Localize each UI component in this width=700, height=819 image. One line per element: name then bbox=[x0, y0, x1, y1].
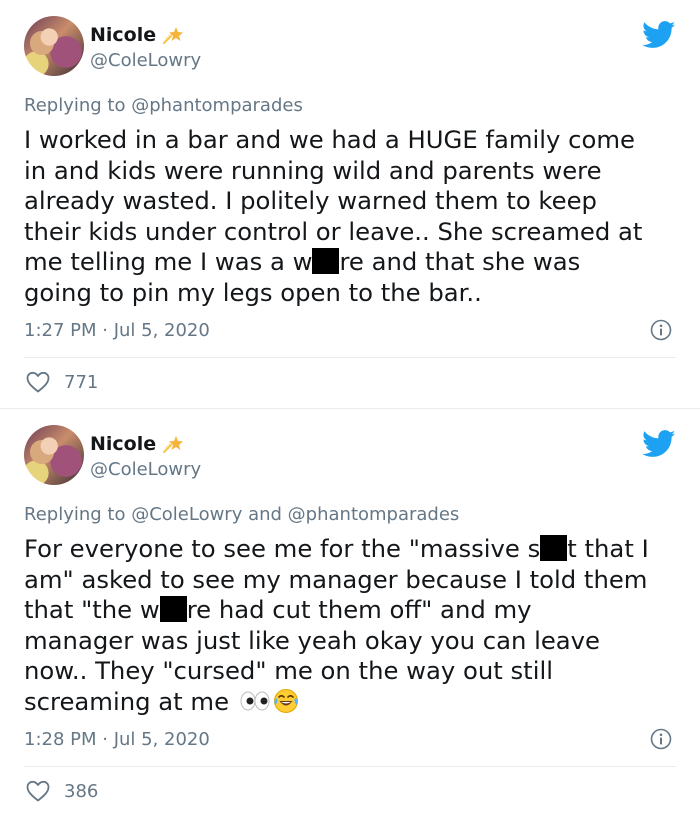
display-name[interactable]: Nicole bbox=[90, 433, 156, 455]
text-line: I worked in a bar and we had a HUGE fami… bbox=[24, 125, 635, 154]
text-line: me telling me I was a w re and that she w… bbox=[24, 247, 680, 278]
redaction-box bbox=[540, 535, 568, 561]
text-line: now.. They "cursed" me on the way out st… bbox=[24, 656, 553, 685]
twitter-bird-icon[interactable] bbox=[642, 430, 676, 458]
user-handle[interactable]: @ColeLowry bbox=[90, 50, 201, 71]
tweet-2: Nicole @ColeLowry Replying to @ColeLowry… bbox=[0, 409, 700, 819]
text-line: For everyone to see me for the "massive … bbox=[24, 534, 680, 565]
text-fragment: For everyone to see me for the "massive … bbox=[24, 534, 541, 563]
tweet-text: I worked in a bar and we had a HUGE fami… bbox=[24, 125, 680, 308]
text-fragment: t that I bbox=[567, 534, 649, 563]
twitter-bird-icon[interactable] bbox=[642, 21, 676, 49]
reply-mention[interactable]: @ColeLowry and @phantomparades bbox=[131, 504, 459, 525]
eyes-emoji-icon bbox=[240, 691, 270, 710]
reply-mention[interactable]: @phantomparades bbox=[131, 95, 303, 116]
text-line: am" asked to see my manager because I to… bbox=[24, 564, 648, 594]
text-line: screaming at me bbox=[24, 687, 680, 718]
text-fragment: me telling me I was a w bbox=[24, 247, 313, 276]
info-icon[interactable] bbox=[650, 728, 672, 750]
text-line: manager was just like yeah okay you can … bbox=[24, 625, 600, 655]
like-count: 771 bbox=[64, 371, 99, 393]
divider bbox=[24, 766, 676, 767]
shooting-star-icon bbox=[163, 27, 184, 44]
info-icon[interactable] bbox=[650, 319, 672, 341]
crying-laughing-emoji-icon bbox=[273, 688, 298, 713]
heart-icon[interactable] bbox=[26, 371, 50, 393]
reply-prefix: Replying to bbox=[24, 95, 132, 116]
heart-icon[interactable] bbox=[26, 780, 50, 802]
redaction-box bbox=[312, 248, 340, 274]
replying-to: Replying to @phantomparades bbox=[24, 95, 303, 116]
text-line: their kids under control or leave.. She … bbox=[24, 216, 643, 246]
name-row: Nicole bbox=[90, 433, 184, 455]
text-fragment: screaming at me bbox=[24, 686, 230, 716]
text-line: already wasted. I politely warned them t… bbox=[24, 186, 597, 215]
text-fragment: re and that she was bbox=[339, 247, 581, 276]
avatar[interactable] bbox=[24, 16, 84, 76]
tweet-header: Nicole @ColeLowry bbox=[24, 16, 676, 80]
like-row[interactable]: 771 bbox=[26, 371, 98, 393]
text-line: going to pin my legs open to the bar.. bbox=[24, 277, 482, 307]
name-row: Nicole bbox=[90, 24, 184, 46]
tweet-text: For everyone to see me for the "massive … bbox=[24, 534, 680, 717]
display-name[interactable]: Nicole bbox=[90, 24, 156, 46]
text-line: that "the w re had cut them off" and my bbox=[24, 595, 680, 626]
divider bbox=[24, 357, 676, 358]
user-handle[interactable]: @ColeLowry bbox=[90, 459, 201, 480]
text-line: in and kids were running wild and parent… bbox=[24, 155, 602, 185]
shooting-star-icon bbox=[163, 436, 184, 453]
tweet-1: Nicole @ColeLowry Replying to @phantompa… bbox=[0, 0, 700, 409]
text-fragment: re had cut them off" and my bbox=[186, 595, 532, 624]
avatar[interactable] bbox=[24, 425, 84, 485]
reply-prefix: Replying to bbox=[24, 504, 132, 525]
replying-to: Replying to @ColeLowry and @phantomparad… bbox=[24, 504, 459, 525]
like-row[interactable]: 386 bbox=[26, 780, 98, 802]
timestamp[interactable]: 1:27 PM · Jul 5, 2020 bbox=[24, 320, 210, 341]
text-fragment: that "the w bbox=[24, 595, 160, 624]
like-count: 386 bbox=[64, 780, 99, 802]
timestamp[interactable]: 1:28 PM · Jul 5, 2020 bbox=[24, 729, 210, 750]
redaction-box bbox=[159, 596, 187, 622]
tweet-header: Nicole @ColeLowry bbox=[24, 425, 676, 489]
